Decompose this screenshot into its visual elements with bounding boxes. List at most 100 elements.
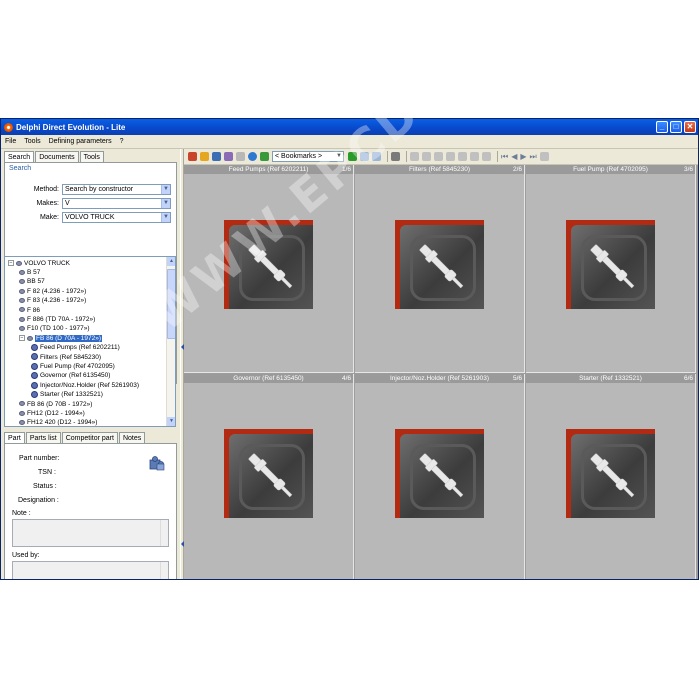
puzzle-icon[interactable] <box>148 454 166 472</box>
used-by-field[interactable] <box>12 561 169 579</box>
folder-icon[interactable] <box>200 152 209 161</box>
menu-file[interactable]: File <box>5 138 16 145</box>
scroll-thumb[interactable] <box>167 269 175 339</box>
part-panel: Part number: TSN : Status : Designation … <box>4 443 177 579</box>
thumbnail-title: Starter (Ref 1332521) <box>526 374 695 383</box>
tree-part-item[interactable]: Filters (Ref 5845230) <box>31 353 101 362</box>
tree-root[interactable]: − VOLVO TRUCK <box>8 259 70 268</box>
tree-model-item[interactable]: BB 57 <box>19 277 45 286</box>
tree-model-item[interactable]: F 86 <box>19 306 40 315</box>
injector-icon <box>248 453 293 498</box>
part-image[interactable] <box>224 429 313 518</box>
pages-icon[interactable] <box>482 152 491 161</box>
tree-model-item[interactable]: FH12 (D12 - 1994») <box>19 409 85 418</box>
thumbnail-index: 6/6 <box>683 375 693 382</box>
info-icon[interactable] <box>248 152 257 161</box>
thumbnail-cell[interactable]: Filters (Ref 5845230) 2/6 <box>355 165 525 373</box>
thumbnail-title: Governor (Ref 6135450) <box>184 374 353 383</box>
part-icon <box>31 381 38 389</box>
camera-icon[interactable] <box>224 152 233 161</box>
tree-part-item[interactable]: Feed Pumps (Ref 6202211) <box>31 343 120 352</box>
bookmarks-select[interactable]: < Bookmarks > ▼ <box>272 151 344 162</box>
part-image[interactable] <box>395 429 484 518</box>
note-field[interactable] <box>12 519 169 547</box>
thumbnail-cell[interactable]: Feed Pumps (Ref 6202211) 1/6 <box>184 165 354 373</box>
engine-icon <box>19 288 25 294</box>
part-icon <box>31 372 38 380</box>
close-button[interactable]: ✕ <box>684 121 696 133</box>
tree-model-item[interactable]: FH12 420 (D12 - 1994») <box>19 418 97 426</box>
part-image[interactable] <box>566 429 655 518</box>
leaf-icon[interactable] <box>260 152 269 161</box>
copy-icon[interactable] <box>458 152 467 161</box>
grid-view-icon[interactable] <box>539 152 549 161</box>
thumbnail-cell[interactable]: Governor (Ref 6135450) 4/6 <box>184 374 354 579</box>
engine-icon <box>19 316 25 322</box>
note-label: Note : <box>12 510 31 517</box>
method-select[interactable]: Search by constructor ▼ <box>62 184 171 195</box>
chevron-down-icon[interactable]: ▼ <box>161 185 170 194</box>
search-heading: Search <box>9 165 32 172</box>
part-image[interactable] <box>224 220 313 309</box>
first-page-icon[interactable]: ⏮ <box>501 152 508 162</box>
injector-icon <box>248 244 293 289</box>
tree-model-item[interactable]: F10 (TD 100 - 1977») <box>19 324 90 333</box>
part-icon <box>31 343 38 351</box>
add-bookmark-icon[interactable] <box>348 152 357 161</box>
makes-select[interactable]: V ▼ <box>62 198 171 209</box>
thumbnail-cell[interactable]: Fuel Pump (Ref 4702095) 3/6 <box>526 165 696 373</box>
collapse-icon[interactable]: − <box>8 260 14 267</box>
previous-page-icon[interactable]: ◀ <box>511 152 517 161</box>
rotate-icon[interactable] <box>446 152 455 161</box>
engine-icon <box>19 420 25 426</box>
thumbnail-cell[interactable]: Starter (Ref 1332521) 6/6 <box>526 374 696 579</box>
tree-part-item[interactable]: Injector/Noz.Holder (Ref 5261903) <box>31 381 139 390</box>
tree-model-item[interactable]: − FB 86 (D 70A - 1972») <box>19 334 103 343</box>
tree-model-item[interactable]: F 886 (TD 70A - 1972») <box>19 315 95 324</box>
minimize-button[interactable]: _ <box>656 121 668 133</box>
print-icon[interactable] <box>391 152 400 161</box>
collapse-icon[interactable]: − <box>19 335 25 342</box>
truck-icon <box>16 260 22 266</box>
engine-icon <box>19 297 25 303</box>
title-bar: Delphi Direct Evolution - Lite _ □ ✕ <box>1 119 698 135</box>
zoom-in-icon[interactable] <box>410 152 419 161</box>
menu-defining-parameters[interactable]: Defining parameters <box>49 138 112 145</box>
last-page-icon[interactable]: ⏭ <box>530 152 537 162</box>
scroll-up-icon[interactable]: ▲ <box>167 257 175 266</box>
maximize-button[interactable]: □ <box>670 121 682 133</box>
globe-icon[interactable] <box>212 152 221 161</box>
menu-tools[interactable]: Tools <box>24 138 40 145</box>
part-image[interactable] <box>566 220 655 309</box>
zoom-out-icon[interactable] <box>422 152 431 161</box>
menu-help[interactable]: ? <box>120 138 124 145</box>
vehicle-tree[interactable]: − VOLVO TRUCK B 57 BB 57 F 82 (4.236 - 1972… <box>4 256 176 427</box>
make-select[interactable]: VOLVO TRUCK ▼ <box>62 212 171 223</box>
image-pane: < Bookmarks > ▼ ⏮ ◀ ▶ ⏭ Feed Pumps (Ref … <box>184 149 698 579</box>
chevron-down-icon[interactable]: ▼ <box>161 199 170 208</box>
tree-part-item[interactable]: Starter (Ref 1332521) <box>31 390 103 399</box>
bookmark-icon[interactable] <box>360 152 369 161</box>
thumbnail-index: 5/6 <box>512 375 522 382</box>
tree-model-item[interactable]: F 83 (4.236 - 1972») <box>19 296 86 305</box>
tree-part-item[interactable]: Fuel Pump (Ref 4702095) <box>31 362 115 371</box>
part-icon <box>31 353 38 361</box>
scroll-down-icon[interactable]: ▼ <box>167 417 175 426</box>
page-icon[interactable] <box>470 152 479 161</box>
bookmark-remove-icon[interactable] <box>372 152 381 161</box>
thumbnail-cell[interactable]: Injector/Noz.Holder (Ref 5261903) 5/6 <box>355 374 525 579</box>
chevron-down-icon[interactable]: ▼ <box>161 213 170 222</box>
zoom-fit-icon[interactable] <box>434 152 443 161</box>
book-icon[interactable] <box>188 152 197 161</box>
part-image[interactable] <box>395 220 484 309</box>
status-label: Status : <box>33 483 57 490</box>
tree-model-item[interactable]: F 82 (4.236 - 1972») <box>19 287 86 296</box>
makes-label: Makes: <box>36 200 59 207</box>
chevron-down-icon[interactable]: ▼ <box>336 152 342 161</box>
tree-part-item[interactable]: Governor (Ref 6135450) <box>31 371 110 380</box>
tree-scrollbar[interactable]: ▲ ▼ <box>166 257 175 426</box>
next-page-icon[interactable]: ▶ <box>520 152 526 161</box>
arrow-icon[interactable] <box>236 152 245 161</box>
tree-model-item[interactable]: FB 86 (D 70B - 1972») <box>19 400 92 409</box>
tree-model-item[interactable]: B 57 <box>19 268 40 277</box>
